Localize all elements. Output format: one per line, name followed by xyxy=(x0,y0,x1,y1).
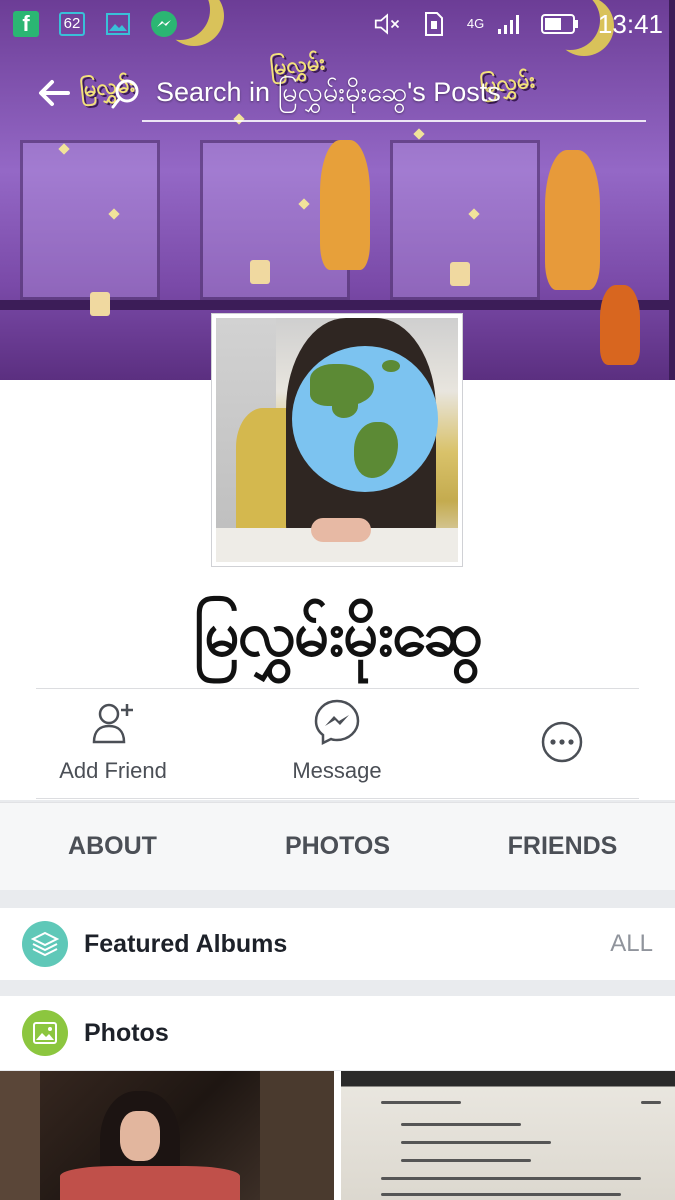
photo-grid xyxy=(0,1071,675,1200)
notification-count-badge: 62 xyxy=(58,11,86,37)
status-bar: f 62 4G 13:41 xyxy=(0,0,675,48)
more-icon xyxy=(532,720,592,770)
clock: 13:41 xyxy=(597,8,663,39)
photo-thumbnail[interactable] xyxy=(341,1071,675,1200)
photo-thumbnail[interactable] xyxy=(0,1071,334,1200)
divider xyxy=(36,688,639,689)
feedly-icon: f xyxy=(12,11,40,37)
divider xyxy=(36,798,639,799)
profile-page: မြလွှမ်း မြလွှမ်း မြလွှမ်း f 62 4G 13:41… xyxy=(0,0,675,1200)
search-input[interactable]: Search in မြလွှမ်းမိုးဆွေ's Posts xyxy=(156,75,501,115)
see-all-link[interactable]: ALL xyxy=(610,930,653,958)
albums-icon xyxy=(22,921,68,967)
gallery-icon xyxy=(104,11,132,37)
profile-picture[interactable] xyxy=(211,313,463,567)
search-bar: Search in မြလွှမ်းမိုးဆွေ's Posts xyxy=(36,70,646,122)
featured-albums-section[interactable]: Featured Albums ALL xyxy=(0,908,675,980)
tab-about[interactable]: ABOUT xyxy=(0,803,225,890)
tab-photos[interactable]: PHOTOS xyxy=(225,803,450,890)
messenger-icon xyxy=(262,698,412,752)
search-icon[interactable] xyxy=(110,78,144,112)
photos-icon xyxy=(22,1010,68,1056)
back-arrow-icon[interactable] xyxy=(36,75,76,115)
globe-icon xyxy=(292,346,438,492)
battery-icon xyxy=(540,11,580,37)
add-friend-button[interactable]: Add Friend xyxy=(38,698,188,784)
profile-tabs: ABOUT PHOTOS FRIENDS xyxy=(0,802,675,890)
messenger-icon xyxy=(150,11,178,37)
profile-actions: Add Friend Message xyxy=(0,690,675,798)
message-label: Message xyxy=(292,758,382,783)
search-underline xyxy=(142,120,646,122)
avatar xyxy=(216,318,458,562)
section-title: Featured Albums xyxy=(84,929,288,958)
photos-section[interactable]: Photos xyxy=(0,996,675,1070)
tab-friends[interactable]: FRIENDS xyxy=(450,803,675,890)
profile-name: မြလွှမ်းမိုးဆွေ xyxy=(193,597,483,670)
section-title: Photos xyxy=(84,1018,169,1047)
message-button[interactable]: Message xyxy=(262,698,412,784)
more-options-button[interactable] xyxy=(532,720,592,776)
add-friend-label: Add Friend xyxy=(59,758,167,783)
sim-card-icon xyxy=(420,11,448,37)
mute-icon xyxy=(374,11,402,37)
add-friend-icon xyxy=(38,698,188,752)
signal-icon: 4G xyxy=(466,11,522,37)
